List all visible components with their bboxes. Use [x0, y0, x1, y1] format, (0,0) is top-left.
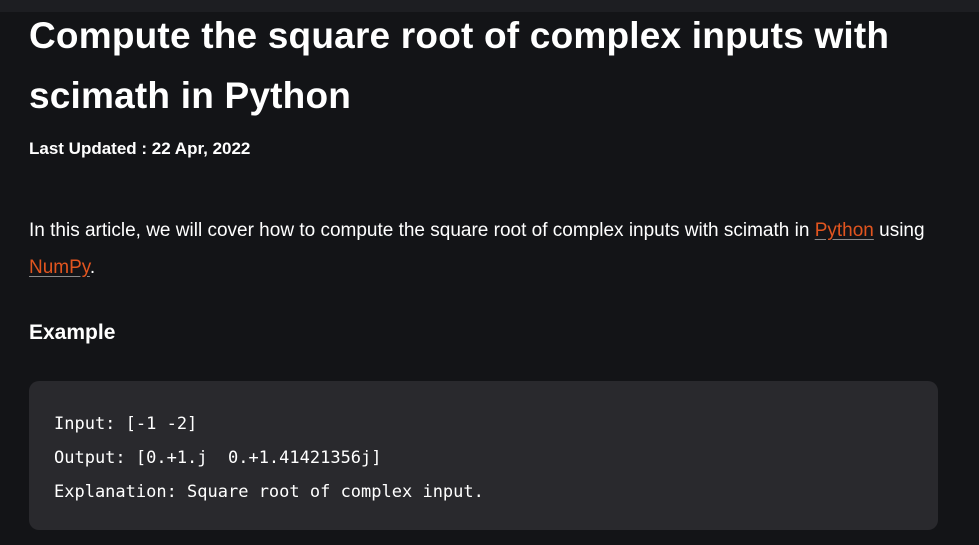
- example-heading: Example: [29, 321, 116, 344]
- intro-text-before: In this article, we will cover how to co…: [29, 220, 815, 241]
- code-line-explanation: Explanation: Square root of complex inpu…: [54, 482, 484, 502]
- code-line-input: Input: [-1 -2]: [54, 414, 198, 434]
- intro-paragraph: In this article, we will cover how to co…: [29, 212, 939, 286]
- last-updated: Last Updated : 22 Apr, 2022: [29, 139, 251, 158]
- intro-text-after: .: [89, 257, 96, 278]
- code-line-output: Output: [0.+1.j 0.+1.41421356j]: [54, 448, 382, 468]
- python-link[interactable]: Python: [815, 220, 874, 241]
- code-block: Input: [-1 -2] Output: [0.+1.j 0.+1.4142…: [29, 381, 938, 530]
- numpy-link[interactable]: NumPy: [29, 257, 90, 278]
- intro-text-middle: using: [873, 220, 925, 241]
- article-title: Compute the square root of complex input…: [29, 15, 890, 116]
